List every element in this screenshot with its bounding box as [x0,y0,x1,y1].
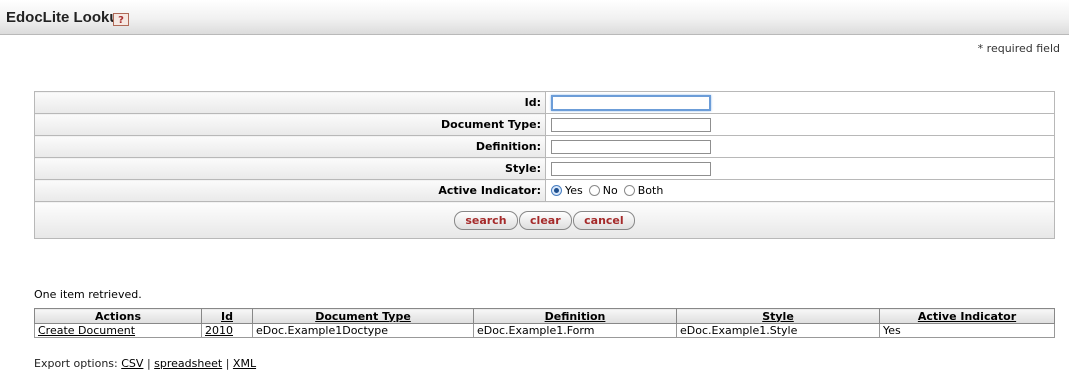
column-header-active-indicator[interactable]: Active Indicator [879,308,1055,324]
page-title: EdocLite Lookup [6,9,128,26]
results-count: One item retrieved. [34,288,142,301]
style-label: Style: [34,157,546,180]
radio-yes[interactable] [551,185,562,196]
button-row: search clear cancel [34,201,1055,239]
cell-active-indicator: Yes [879,323,1055,338]
id-input[interactable] [551,94,711,111]
definition-input[interactable] [551,139,711,154]
criteria-row-id: Id: [34,91,1055,114]
table-row: Create Document 2010 eDoc.Example1Doctyp… [34,323,1055,338]
cell-style: eDoc.Example1.Style [676,323,880,338]
column-header-definition[interactable]: Definition [473,308,677,324]
page-header: EdocLite Lookup ? [0,0,1069,35]
column-header-id[interactable]: Id [201,308,253,324]
export-separator: | [146,357,151,370]
required-field-note: * required field [977,42,1060,55]
radio-no-label[interactable]: No [603,184,618,197]
criteria-row-definition: Definition: [34,135,1055,158]
radio-both[interactable] [623,185,635,196]
export-spreadsheet-link[interactable]: spreadsheet [154,357,222,370]
document-type-input[interactable] [551,117,711,132]
cell-document-type: eDoc.Example1Doctype [252,323,474,338]
criteria-row-active-indicator: Active Indicator: Yes No Both [34,179,1055,202]
create-document-link[interactable]: Create Document [38,324,135,337]
results-table: Actions Id Document Type Definition Styl… [34,308,1055,338]
active-indicator-radio-group: Yes No Both [551,180,1054,201]
column-header-actions: Actions [34,308,202,324]
style-input[interactable] [551,161,711,176]
export-label: Export options: [34,357,118,370]
help-icon[interactable]: ? [113,13,129,26]
radio-both-label[interactable]: Both [638,184,664,197]
criteria-row-document-type: Document Type: [34,113,1055,136]
radio-no[interactable] [588,185,600,196]
id-label: Id: [34,91,546,114]
column-header-document-type[interactable]: Document Type [252,308,474,324]
clear-button[interactable]: clear [519,210,572,230]
search-criteria-table: Id: Document Type: Definition: Style: Ac… [34,91,1055,239]
active-indicator-label: Active Indicator: [34,179,546,202]
cancel-button[interactable]: cancel [573,210,635,230]
criteria-row-style: Style: [34,157,1055,180]
definition-label: Definition: [34,135,546,158]
search-button[interactable]: search [454,210,518,230]
export-separator: | [225,357,230,370]
cell-definition: eDoc.Example1.Form [473,323,677,338]
document-type-label: Document Type: [34,113,546,136]
export-options: Export options: CSV | spreadsheet | XML [34,357,256,370]
results-header-row: Actions Id Document Type Definition Styl… [34,308,1055,324]
radio-yes-label[interactable]: Yes [565,184,583,197]
export-xml-link[interactable]: XML [233,357,256,370]
column-header-style[interactable]: Style [676,308,880,324]
id-link[interactable]: 2010 [205,324,233,337]
export-csv-link[interactable]: CSV [121,357,143,370]
